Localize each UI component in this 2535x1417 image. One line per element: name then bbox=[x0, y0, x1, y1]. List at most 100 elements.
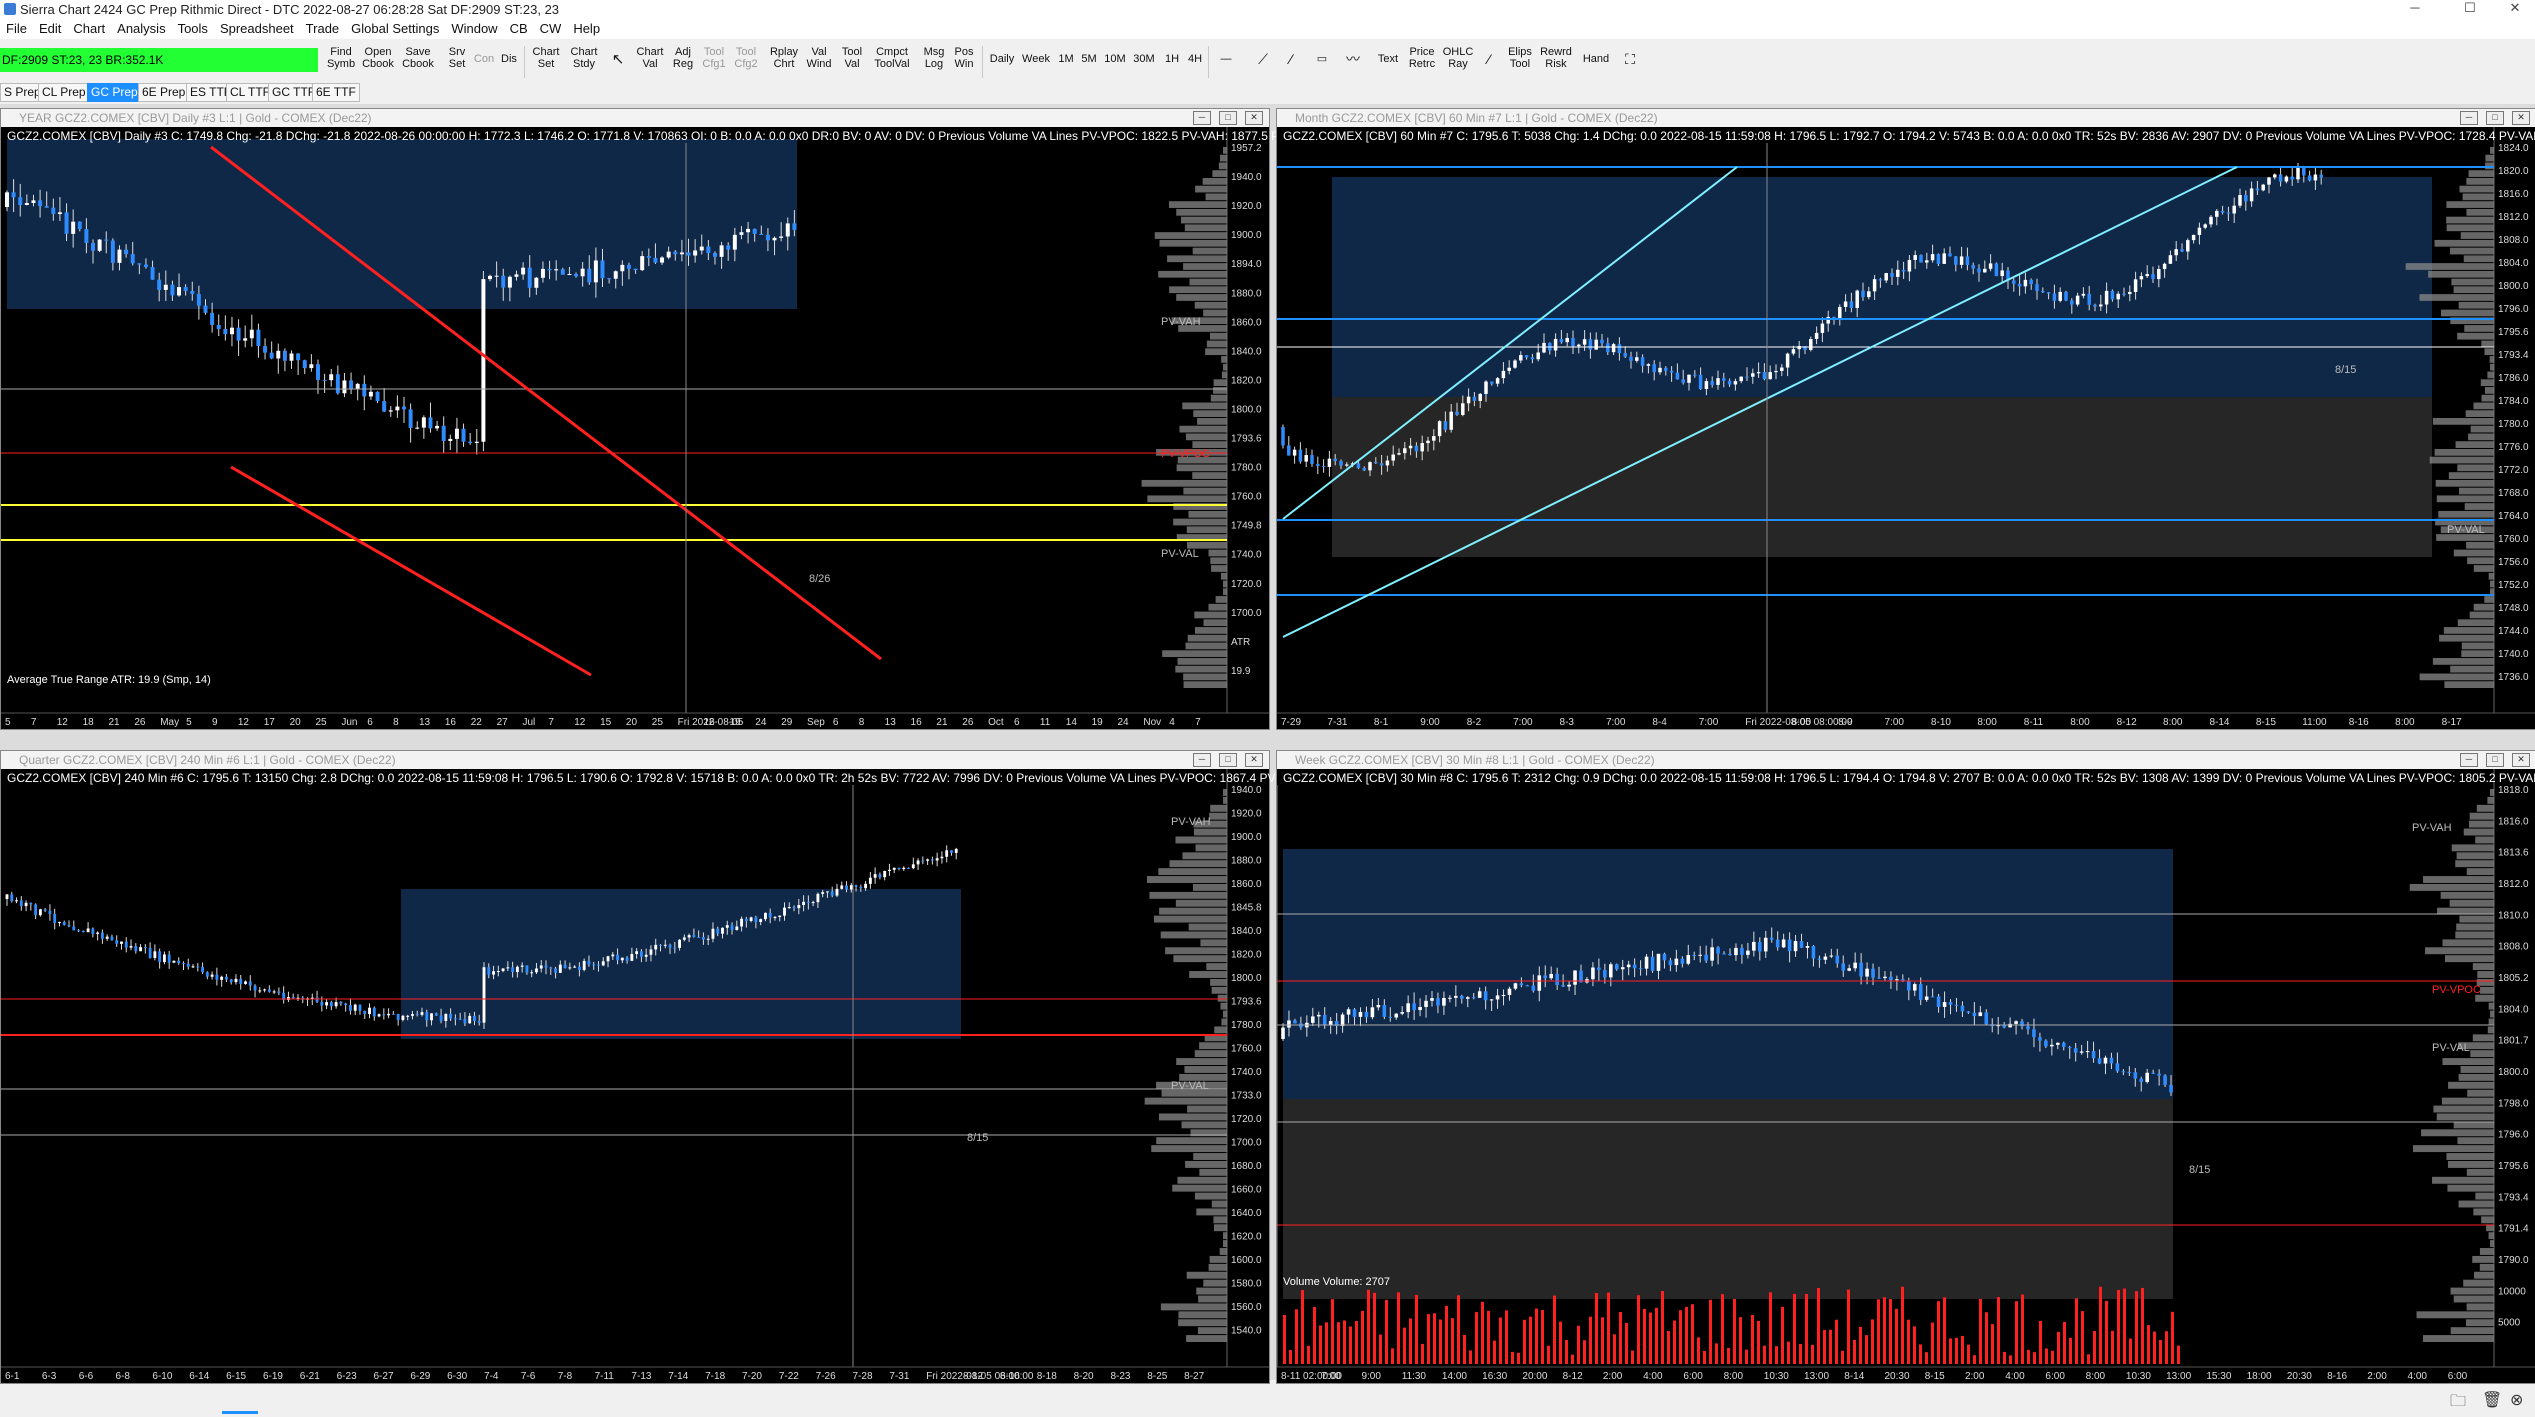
minimize-chart-icon[interactable]: ─ bbox=[1193, 753, 1211, 767]
find-symbol-button[interactable]: Find Symb bbox=[326, 46, 356, 78]
hand-tool-button[interactable]: Hand bbox=[1580, 46, 1612, 78]
price-chart-canvas[interactable]: 1818.0 1816.0 1813.6 1812.0 1810.0 1808.0 1805… bbox=[1277, 769, 2535, 1383]
folder-icon[interactable]: 🗀 bbox=[2450, 1390, 2466, 1417]
minimize-button[interactable]: ─ bbox=[2395, 0, 2435, 19]
tab-cl-prep[interactable]: CL Prep bbox=[38, 83, 90, 102]
menu-spreadsheet[interactable]: Spreadsheet bbox=[214, 19, 300, 36]
price-chart-canvas[interactable]: 1940.0 1920.0 1900.0 1880.0 1860.0 1845.8 1840… bbox=[1, 769, 1269, 1383]
close-chart-icon[interactable]: ✕ bbox=[1245, 111, 1263, 125]
horizontal-line-tool-icon[interactable]: ― bbox=[1214, 46, 1238, 78]
10min-timeframe-button[interactable]: 10M bbox=[1102, 46, 1128, 78]
volume-profile-bar bbox=[1213, 387, 1227, 394]
menu-window[interactable]: Window bbox=[445, 19, 503, 36]
menu-cb[interactable]: CB bbox=[504, 19, 534, 36]
pointer-icon[interactable]: ↖ bbox=[608, 46, 628, 78]
30min-timeframe-button[interactable]: 30M bbox=[1130, 46, 1158, 78]
save-chartbook-button[interactable]: Save Cbook bbox=[400, 46, 436, 78]
date-axis-label: 7-11 bbox=[595, 1371, 615, 1382]
scroll-tool-icon[interactable]: ⛶ bbox=[1618, 46, 1642, 78]
close-chart-icon[interactable]: ✕ bbox=[1245, 753, 1263, 767]
chart-plot-area[interactable]: 1940.0 1920.0 1900.0 1880.0 1860.0 1845.8 1840… bbox=[1, 769, 1303, 1383]
disconnect-button[interactable]: Dis bbox=[498, 46, 520, 78]
minimize-chart-icon[interactable]: ─ bbox=[1193, 111, 1211, 125]
minimize-chart-icon[interactable]: ─ bbox=[2460, 753, 2478, 767]
maximize-chart-icon[interactable]: □ bbox=[1219, 111, 1237, 125]
1min-timeframe-button[interactable]: 1M bbox=[1056, 46, 1076, 78]
price-chart-canvas[interactable]: 1824.0 1820.0 1816.0 1812.0 1808.0 1804.0 1800… bbox=[1277, 127, 2535, 729]
menu-tools[interactable]: Tools bbox=[172, 19, 214, 36]
chart-values-button[interactable]: Chart Val bbox=[634, 46, 666, 78]
menu-analysis[interactable]: Analysis bbox=[111, 19, 171, 36]
close-button[interactable]: ✕ bbox=[2495, 0, 2535, 19]
maximize-chart-icon[interactable]: □ bbox=[2486, 753, 2504, 767]
candle-body bbox=[1420, 443, 1424, 452]
menu-help[interactable]: Help bbox=[567, 19, 606, 36]
chart-window-quarter-240min[interactable]: Quarter GCZ2.COMEX [CBV] 240 Min #6 L:1 … bbox=[0, 750, 1303, 1384]
candle-body bbox=[1959, 256, 1964, 265]
chart-window-year-daily[interactable]: YEAR GCZ2.COMEX [CBV] Daily #3 L:1 | Gol… bbox=[0, 108, 1287, 730]
trash-icon[interactable]: 🗑 bbox=[2482, 1390, 2502, 1410]
ellipse-tool-button[interactable]: Elips Tool bbox=[1506, 46, 1534, 78]
connect-button[interactable]: Con bbox=[472, 46, 496, 78]
4hour-timeframe-button[interactable]: 4H bbox=[1184, 46, 1206, 78]
menu-global-settings[interactable]: Global Settings bbox=[345, 19, 445, 36]
chart-header-values: GCZ2.COMEX [CBV] 60 Min #7 C: 1795.6 T: … bbox=[1283, 129, 2535, 143]
position-window-button[interactable]: Pos Win bbox=[950, 46, 978, 78]
tool-values-button[interactable]: Tool Val bbox=[838, 46, 866, 78]
maximize-chart-icon[interactable]: □ bbox=[1219, 753, 1237, 767]
menu-chart[interactable]: Chart bbox=[67, 19, 111, 36]
price-chart-canvas[interactable]: 1957.2 1940.0 1920.0 1900.0 1894.0 1880.0 1860… bbox=[1, 127, 1269, 729]
volume-profile-bar bbox=[2466, 1168, 2494, 1176]
chart-settings-button[interactable]: Chart Set bbox=[528, 46, 564, 78]
cancel-icon[interactable]: ⊗ bbox=[2510, 1390, 2523, 1410]
maximize-chart-icon[interactable]: □ bbox=[2486, 111, 2504, 125]
tab-6e-prep[interactable]: 6E Prep bbox=[138, 83, 190, 102]
rectangle-tool-icon[interactable]: ▭ bbox=[1308, 46, 1336, 78]
daily-timeframe-button[interactable]: Daily bbox=[986, 46, 1018, 78]
value-area-shade bbox=[7, 139, 797, 309]
ray-tool-icon[interactable]: ⟋ bbox=[1252, 46, 1274, 78]
minimize-chart-icon[interactable]: ─ bbox=[2460, 111, 2478, 125]
candle-body bbox=[1751, 373, 1755, 377]
maximize-button[interactable]: ☐ bbox=[2450, 0, 2490, 19]
tab-cl-ttf[interactable]: CL TTF bbox=[226, 83, 275, 102]
adjust-region-button[interactable]: Adj Reg bbox=[670, 46, 696, 78]
menu-cw[interactable]: CW bbox=[534, 19, 568, 36]
menu-edit[interactable]: Edit bbox=[33, 19, 67, 36]
tool-config1-button[interactable]: Tool Cfg1 bbox=[700, 46, 728, 78]
menu-trade[interactable]: Trade bbox=[300, 19, 345, 36]
pencil-tool-icon[interactable]: ⁄ bbox=[1478, 46, 1500, 78]
chart-studies-button[interactable]: Chart Stdy bbox=[566, 46, 602, 78]
candle-body bbox=[1936, 254, 1941, 264]
volume-profile-bar bbox=[1175, 899, 1227, 907]
replay-chart-button[interactable]: Rplay Chrt bbox=[766, 46, 802, 78]
candle-body bbox=[1662, 953, 1667, 961]
candle-body bbox=[334, 1002, 338, 1007]
chart-plot-area[interactable]: 1824.0 1820.0 1816.0 1812.0 1808.0 1804.0 1800… bbox=[1277, 127, 2535, 729]
price-retracement-button[interactable]: Price Retrc bbox=[1406, 46, 1438, 78]
5min-timeframe-button[interactable]: 5M bbox=[1078, 46, 1100, 78]
chart-window-month-60min[interactable]: Month GCZ2.COMEX [CBV] 60 Min #7 L:1 | G… bbox=[1276, 108, 2535, 730]
message-log-button[interactable]: Msg Log bbox=[920, 46, 948, 78]
close-chart-icon[interactable]: ✕ bbox=[2512, 111, 2530, 125]
close-chart-icon[interactable]: ✕ bbox=[2512, 753, 2530, 767]
reward-risk-button[interactable]: Rewrd Risk bbox=[1538, 46, 1574, 78]
server-settings-button[interactable]: Srv Set bbox=[444, 46, 470, 78]
tab-gc-prep[interactable]: GC Prep bbox=[87, 83, 142, 102]
freehand-tool-icon[interactable]: 〰 bbox=[1338, 46, 1368, 78]
weekly-timeframe-button[interactable]: Week bbox=[1020, 46, 1052, 78]
menu-file[interactable]: File bbox=[0, 19, 33, 36]
volume-profile-bar bbox=[2445, 955, 2494, 963]
ohlc-ray-button[interactable]: OHLC Ray bbox=[1442, 46, 1474, 78]
line-tool-icon[interactable]: ∕ bbox=[1280, 46, 1302, 78]
chart-window-week-30min[interactable]: Week GCZ2.COMEX [CBV] 30 Min #8 L:1 | Go… bbox=[1276, 750, 2535, 1384]
1hour-timeframe-button[interactable]: 1H bbox=[1162, 46, 1182, 78]
text-tool-button[interactable]: Text bbox=[1374, 46, 1402, 78]
tab-6e-ttf[interactable]: 6E TTF bbox=[312, 83, 360, 102]
value-window-button[interactable]: Val Wind bbox=[804, 46, 834, 78]
tool-config2-button[interactable]: Tool Cfg2 bbox=[732, 46, 760, 78]
compact-tool-values-button[interactable]: Cmpct ToolVal bbox=[870, 46, 914, 78]
open-chartbook-button[interactable]: Open Cbook bbox=[360, 46, 396, 78]
chart-plot-area[interactable]: 1818.0 1816.0 1813.6 1812.0 1810.0 1808.0 1805… bbox=[1277, 769, 2535, 1383]
chart-plot-area[interactable]: 1957.2 1940.0 1920.0 1900.0 1894.0 1880.0 1860… bbox=[1, 127, 1287, 729]
